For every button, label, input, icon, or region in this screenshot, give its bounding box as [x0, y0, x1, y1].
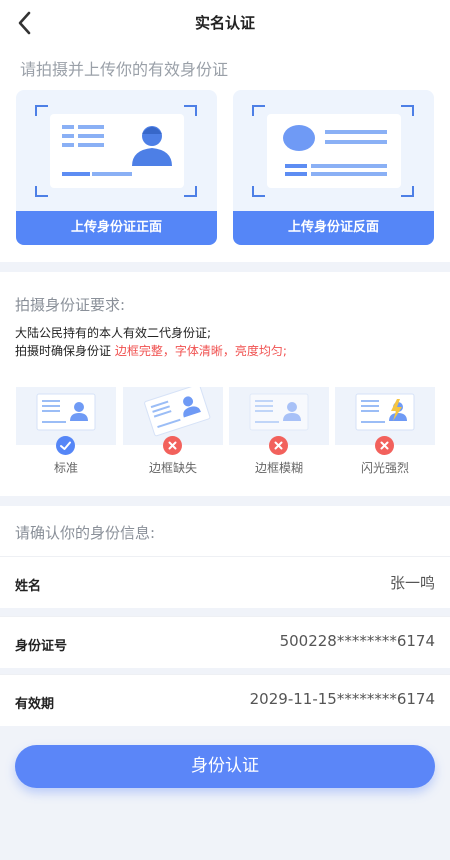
requirement-highlight: 边框完整，字体清晰，亮度均匀;	[114, 344, 287, 358]
requirements-title: 拍摄身份证要求:	[15, 296, 126, 314]
requirements-section: 拍摄身份证要求: 大陆公民持有的本人有效二代身份证; 拍摄时确保身份证 边框完整…	[0, 272, 450, 496]
example-missing-border: 边框缺失	[123, 384, 223, 477]
id-front-illustration-icon	[35, 105, 197, 197]
id-number-label: 身份证号	[15, 639, 68, 654]
error-icon	[375, 436, 394, 455]
verify-identity-button[interactable]: 身份认证	[15, 745, 435, 788]
requirement-line-1: 大陆公民持有的本人有效二代身份证;	[15, 326, 212, 340]
name-field: 姓名 张一鸣	[0, 556, 450, 608]
example-label: 标准	[53, 461, 78, 475]
example-label: 闪光强烈	[360, 461, 409, 475]
requirement-line-2-prefix: 拍摄时确保身份证	[15, 344, 115, 358]
validity-field: 有效期 2029-11-15********6174	[0, 674, 450, 726]
id-back-illustration-icon	[252, 105, 414, 197]
info-title: 请确认你的身份信息:	[15, 524, 156, 542]
upload-front-card[interactable]: 上传身份证正面	[16, 90, 217, 245]
example-standard: 标准	[16, 387, 116, 477]
error-icon	[163, 436, 182, 455]
name-value: 张一鸣	[389, 574, 435, 592]
info-section: 请确认你的身份信息:	[0, 506, 450, 556]
top-bar: 实名认证	[0, 0, 450, 46]
example-blurry-border: 边框模糊	[229, 387, 329, 477]
validity-label: 有效期	[15, 697, 55, 712]
upload-back-label: 上传身份证反面	[233, 211, 434, 245]
error-icon	[269, 436, 288, 455]
upload-front-label: 上传身份证正面	[16, 211, 217, 245]
validity-value: 2029-11-15********6174	[249, 690, 435, 708]
upload-back-card[interactable]: 上传身份证反面	[233, 90, 434, 245]
upload-prompt: 请拍摄并上传你的有效身份证	[20, 60, 229, 79]
page-title: 实名认证	[194, 14, 255, 32]
check-icon	[56, 436, 75, 455]
name-label: 姓名	[15, 579, 42, 594]
upload-section: 请拍摄并上传你的有效身份证 上传身份证正面 上传身份证反面	[0, 46, 450, 262]
id-number-field: 身份证号 500228********6174	[0, 616, 450, 668]
photo-examples: 标准 边框缺失 边框模糊 闪光强烈	[0, 384, 450, 477]
example-strong-flash: 闪光强烈	[335, 387, 435, 477]
id-number-value: 500228********6174	[279, 632, 435, 650]
requirement-line-2: 拍摄时确保身份证 边框完整，字体清晰，亮度均匀;	[15, 342, 287, 359]
example-label: 边框模糊	[254, 461, 303, 475]
example-label: 边框缺失	[148, 461, 197, 475]
